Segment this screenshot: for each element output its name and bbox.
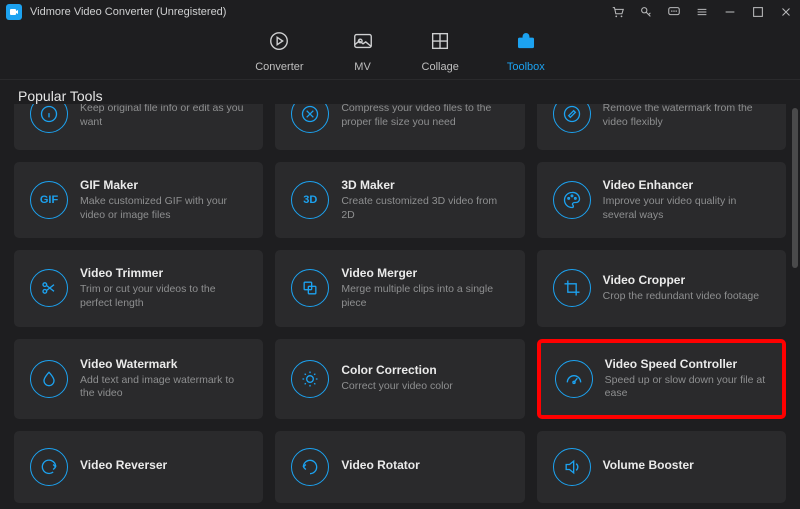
card-desc: Add text and image watermark to the vide… — [80, 374, 247, 401]
3d-icon-text: 3D — [303, 194, 317, 206]
gif-icon: GIF — [30, 181, 68, 219]
tab-mv[interactable]: MV — [352, 30, 374, 73]
tool-card-gif-maker[interactable]: GIF GIF Maker Make customized GIF with yo… — [14, 162, 263, 238]
mv-icon — [352, 30, 374, 57]
minimize-button[interactable] — [722, 4, 738, 20]
card-title: 3D Maker — [341, 178, 508, 192]
card-desc: Improve your video quality in several wa… — [603, 195, 770, 222]
palette-icon — [553, 181, 591, 219]
scissors-icon — [30, 269, 68, 307]
eraser-icon — [553, 104, 591, 133]
card-desc: Correct your video color — [341, 380, 452, 394]
card-title: Video Rotator — [341, 458, 419, 472]
feedback-icon[interactable] — [666, 4, 682, 20]
gif-icon-text: GIF — [40, 194, 58, 206]
maximize-button[interactable] — [750, 4, 766, 20]
tab-label: Collage — [422, 61, 459, 73]
card-desc: Merge multiple clips into a single piece — [341, 283, 508, 310]
cards-grid: Keep original file info or edit as you w… — [0, 104, 800, 509]
droplet-icon — [30, 360, 68, 398]
card-title: GIF Maker — [80, 178, 247, 192]
card-desc: Crop the redundant video footage — [603, 290, 759, 304]
tool-card-video-speed-controller[interactable]: Video Speed Controller Speed up or slow d… — [537, 339, 786, 419]
tool-card-video-rotator[interactable]: Video Rotator — [275, 431, 524, 503]
card-desc: Keep original file info or edit as you w… — [80, 104, 247, 129]
converter-icon — [268, 30, 290, 57]
main-tabs: Converter MV Collage Toolbox — [0, 24, 800, 80]
card-title: Video Watermark — [80, 357, 247, 371]
tool-card-3d-maker[interactable]: 3D 3D Maker Create customized 3D video fr… — [275, 162, 524, 238]
collage-icon — [429, 30, 451, 57]
tool-card-color-correction[interactable]: Color Correction Correct your video color — [275, 339, 524, 419]
tool-card-video-enhancer[interactable]: Video Enhancer Improve your video quality… — [537, 162, 786, 238]
app-logo-icon — [6, 4, 22, 20]
card-desc: Create customized 3D video from 2D — [341, 195, 508, 222]
card-title: Video Trimmer — [80, 266, 247, 280]
card-desc: Make customized GIF with your video or i… — [80, 195, 247, 222]
info-icon — [30, 104, 68, 133]
crop-icon — [553, 269, 591, 307]
content-area: Keep original file info or edit as you w… — [0, 104, 800, 509]
merge-icon — [291, 269, 329, 307]
card-desc: Remove the watermark from the video flex… — [603, 104, 770, 129]
tool-card-volume-booster[interactable]: Volume Booster — [537, 431, 786, 503]
card-desc: Trim or cut your videos to the perfect l… — [80, 283, 247, 310]
key-icon[interactable] — [638, 4, 654, 20]
scrollbar[interactable] — [792, 108, 798, 268]
card-desc: Compress your video files to the proper … — [341, 104, 508, 129]
tab-converter[interactable]: Converter — [255, 30, 303, 73]
card-title: Volume Booster — [603, 458, 694, 472]
tab-label: Converter — [255, 61, 303, 73]
tab-toolbox[interactable]: Toolbox — [507, 30, 545, 73]
3d-icon: 3D — [291, 181, 329, 219]
sun-icon — [291, 360, 329, 398]
tool-card-watermark-remover[interactable]: Remove the watermark from the video flex… — [537, 104, 786, 150]
card-title: Video Speed Controller — [605, 357, 768, 371]
card-desc: Speed up or slow down your file at ease — [605, 374, 768, 401]
menu-icon[interactable] — [694, 4, 710, 20]
tab-label: MV — [354, 61, 371, 73]
card-title: Video Merger — [341, 266, 508, 280]
rotate-icon — [291, 448, 329, 486]
tab-collage[interactable]: Collage — [422, 30, 459, 73]
tool-card-video-reverser[interactable]: Video Reverser — [14, 431, 263, 503]
compress-icon — [291, 104, 329, 133]
tab-label: Toolbox — [507, 61, 545, 73]
window-buttons — [610, 4, 794, 20]
card-title: Video Enhancer — [603, 178, 770, 192]
card-title: Video Reverser — [80, 458, 167, 472]
app-title: Vidmore Video Converter (Unregistered) — [30, 6, 226, 18]
card-title: Color Correction — [341, 363, 452, 377]
cart-icon[interactable] — [610, 4, 626, 20]
tool-card-video-merger[interactable]: Video Merger Merge multiple clips into a … — [275, 250, 524, 326]
tool-card-video-trimmer[interactable]: Video Trimmer Trim or cut your videos to … — [14, 250, 263, 326]
volume-icon — [553, 448, 591, 486]
titlebar: Vidmore Video Converter (Unregistered) — [0, 0, 800, 24]
gauge-icon — [555, 360, 593, 398]
card-title: Video Cropper — [603, 273, 759, 287]
reverse-icon — [30, 448, 68, 486]
close-button[interactable] — [778, 4, 794, 20]
tool-card-video-watermark[interactable]: Video Watermark Add text and image waterm… — [14, 339, 263, 419]
toolbox-icon — [515, 30, 537, 57]
tool-card-media-metadata-editor[interactable]: Keep original file info or edit as you w… — [14, 104, 263, 150]
tool-card-video-cropper[interactable]: Video Cropper Crop the redundant video fo… — [537, 250, 786, 326]
tool-card-video-compressor[interactable]: Compress your video files to the proper … — [275, 104, 524, 150]
